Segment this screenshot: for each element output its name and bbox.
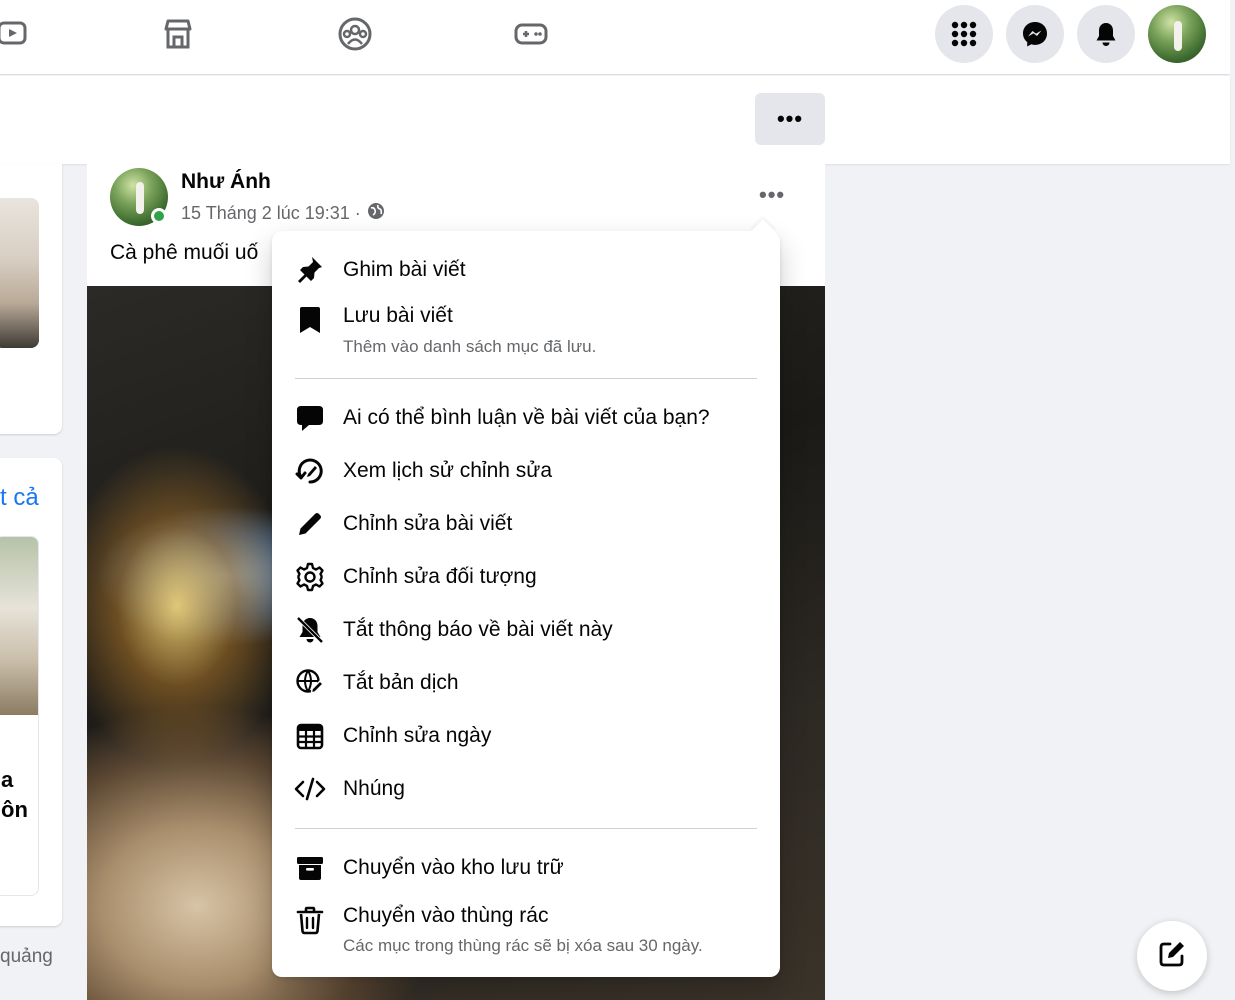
menu-item-edit-post[interactable]: Chỉnh sửa bài viết <box>272 502 780 546</box>
notifications-icon[interactable] <box>1077 5 1135 63</box>
suggestion-photo <box>0 537 38 715</box>
menu-item-turn-off-notifications[interactable]: Tắt thông báo về bài viết này <box>272 608 780 652</box>
post-timestamp[interactable]: 15 Tháng 2 lúc 19:31 · <box>181 203 361 224</box>
post-options-button[interactable]: ••• <box>759 182 785 208</box>
marketplace-icon[interactable] <box>153 12 203 56</box>
menu-item-sublabel: Thêm vào danh sách mục đã lưu. <box>343 337 597 356</box>
menu-item-label: Chỉnh sửa đối tượng <box>343 565 537 588</box>
suggestion-title-line1: a <box>1 767 14 792</box>
menu-divider <box>295 378 757 379</box>
post-author-name[interactable]: Như Ánh <box>181 170 271 194</box>
ad-label: quảng <box>0 946 53 967</box>
see-all-link[interactable]: t cả <box>0 484 39 512</box>
online-status-dot <box>151 208 167 224</box>
menu-item-label: Chuyển vào thùng rác <box>343 904 549 927</box>
groups-icon[interactable] <box>330 12 380 56</box>
profile-avatar[interactable] <box>1148 5 1206 63</box>
bookmark-icon <box>294 304 326 336</box>
trash-icon <box>294 904 326 936</box>
archive-icon <box>294 852 326 884</box>
translate-off-icon <box>294 667 326 699</box>
menu-item-label: Chuyển vào kho lưu trữ <box>343 856 564 879</box>
photos-card <box>0 164 62 434</box>
menu-item-archive[interactable]: Chuyển vào kho lưu trữ <box>272 846 780 890</box>
messenger-icon[interactable] <box>1006 5 1064 63</box>
comment-icon <box>294 402 326 434</box>
post-caption: Cà phê muối uố <box>110 241 259 264</box>
menu-item-move-to-trash[interactable]: Chuyển vào thùng rác Các mục trong thùng… <box>272 899 780 965</box>
menu-item-label: Ghim bài viết <box>343 258 466 281</box>
menu-grid-icon[interactable] <box>935 5 993 63</box>
pin-icon <box>294 253 326 285</box>
suggestion-item[interactable]: a ôn <box>0 536 39 896</box>
menu-item-save-post[interactable]: Lưu bài viết Thêm vào danh sách mục đã l… <box>272 299 780 365</box>
suggestion-title-line2: ôn <box>1 797 28 822</box>
profile-tabs-bar: ••• <box>0 76 1230 164</box>
compose-icon <box>1156 938 1188 975</box>
menu-item-label: Xem lịch sử chỉnh sửa <box>343 459 553 482</box>
menu-divider <box>295 828 757 829</box>
menu-item-edit-history[interactable]: Xem lịch sử chỉnh sửa <box>272 449 780 493</box>
edit-history-icon <box>294 455 326 487</box>
gear-icon <box>294 561 326 593</box>
menu-item-embed[interactable]: Nhúng <box>272 767 780 811</box>
friend-photo[interactable] <box>0 198 39 348</box>
menu-item-label: Chỉnh sửa bài viết <box>343 512 513 535</box>
menu-item-label: Ai có thể bình luận về bài viết của bạn? <box>343 406 710 429</box>
suggestions-card: t cả a ôn <box>0 458 62 926</box>
menu-item-label: Tắt thông báo về bài viết này <box>343 618 613 641</box>
menu-item-edit-date[interactable]: Chỉnh sửa ngày <box>272 714 780 758</box>
bell-off-icon <box>294 614 326 646</box>
watch-icon[interactable] <box>0 12 38 56</box>
menu-item-comment-permissions[interactable]: Ai có thể bình luận về bài viết của bạn? <box>272 396 780 440</box>
menu-item-label: Chỉnh sửa ngày <box>343 724 492 747</box>
menu-item-sublabel: Các mục trong thùng rác sẽ bị xóa sau 30… <box>343 936 703 955</box>
new-message-button[interactable] <box>1137 921 1207 991</box>
embed-icon <box>294 773 326 805</box>
top-navigation-bar <box>0 0 1230 75</box>
menu-item-pin-post[interactable]: Ghim bài viết <box>272 251 780 295</box>
post-meta: 15 Tháng 2 lúc 19:31 · <box>181 202 385 225</box>
profile-more-button[interactable]: ••• <box>755 93 825 145</box>
calendar-icon <box>294 720 326 752</box>
menu-item-turn-off-translation[interactable]: Tắt bản dịch <box>272 661 780 705</box>
menu-item-label: Tắt bản dịch <box>343 671 459 694</box>
pencil-icon <box>294 508 326 540</box>
menu-item-edit-audience[interactable]: Chỉnh sửa đối tượng <box>272 555 780 599</box>
globe-icon[interactable] <box>367 202 385 225</box>
menu-item-label: Nhúng <box>343 777 405 800</box>
gaming-icon[interactable] <box>506 12 556 56</box>
menu-item-label: Lưu bài viết <box>343 304 453 327</box>
post-options-menu: Ghim bài viết Lưu bài viết Thêm vào danh… <box>272 219 780 977</box>
